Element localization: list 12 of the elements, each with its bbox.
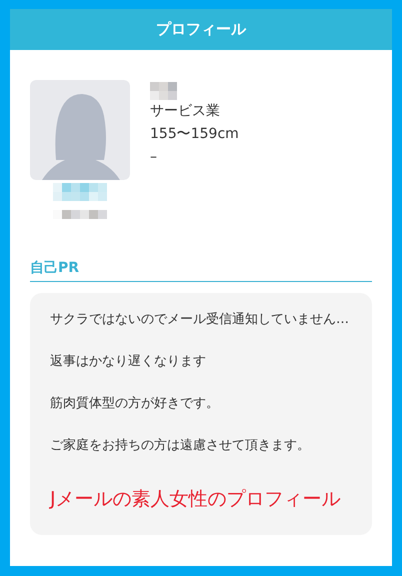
section-heading: 自己PR [30, 260, 80, 276]
highlight-text: Jメールの素人女性のプロフィール [50, 487, 342, 512]
pr-text: 筋肉質体型の方が好きです。 [50, 395, 220, 413]
pixelated-area [150, 82, 177, 100]
profile-detail: – [150, 148, 158, 167]
header-bar: プロフィール [10, 9, 392, 50]
pixelated-name [53, 183, 107, 201]
pr-text: 返事はかなり遅くなります [50, 353, 207, 371]
profile-detail: サービス業 [150, 102, 221, 121]
pr-text: サクラではないのでメール受信通知していません… [50, 311, 350, 329]
pr-text: ご家庭をお持ちの方は遠慮させて頂きます。 [50, 437, 311, 455]
profile-detail: 155〜159cm [150, 125, 239, 144]
